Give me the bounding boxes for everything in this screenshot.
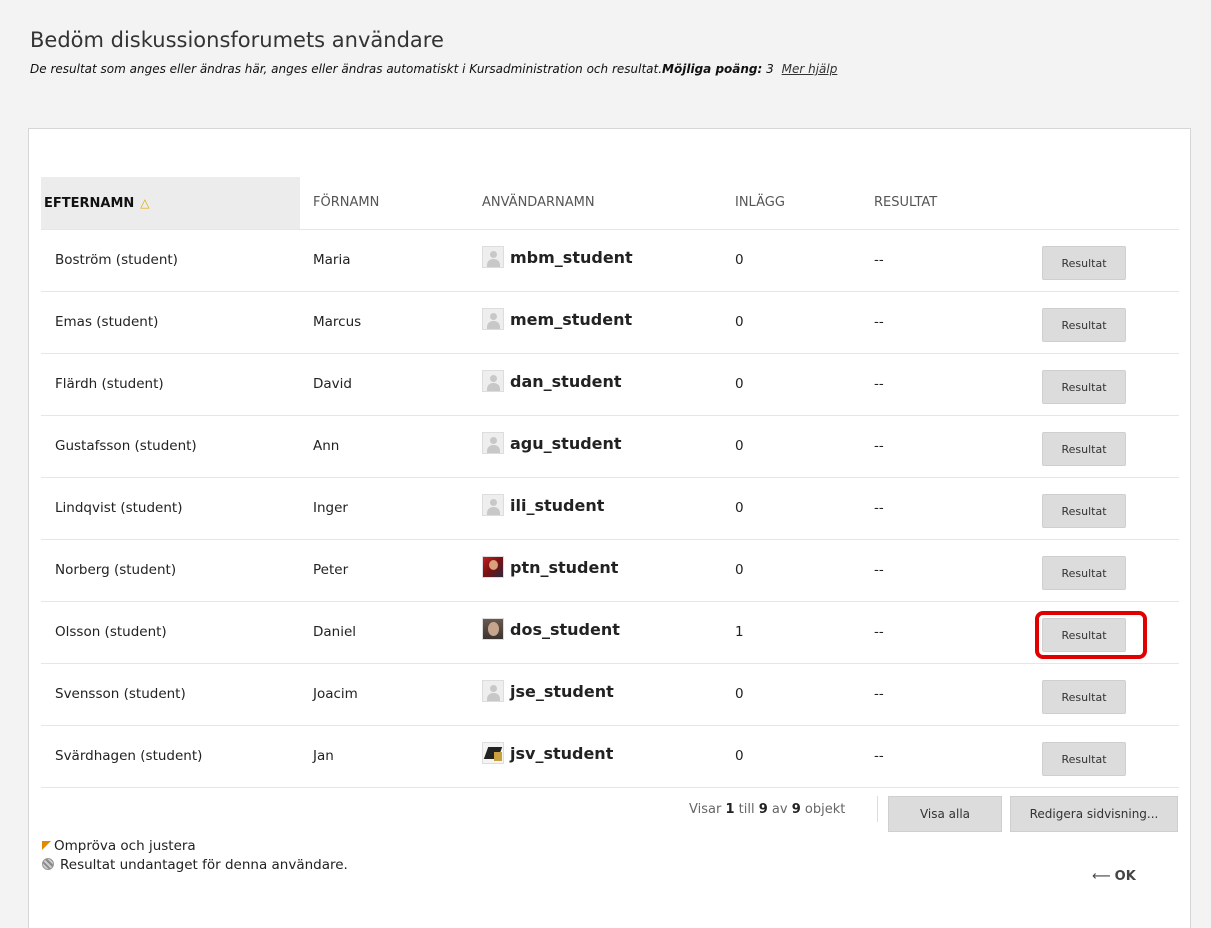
username-cell: agu_student <box>482 416 622 477</box>
posts-cell: 0 <box>735 562 744 578</box>
pagination-count: Visar 1 till 9 av 9 objekt <box>689 802 846 817</box>
show-all-button[interactable]: Visa alla <box>888 796 1002 832</box>
grade-button[interactable]: Resultat <box>1042 308 1126 342</box>
last-name-cell: Svensson (student) <box>55 686 186 702</box>
grade-button[interactable]: Resultat <box>1042 680 1126 714</box>
users-table: EFTERNAMN △ FÖRNAMN ANVÄNDARNAMN INLÄGG R… <box>41 177 1179 832</box>
first-name-cell: David <box>313 376 352 392</box>
table-row: Gustafsson (student) Ann agu_student 0 -- Res… <box>41 416 1179 478</box>
username-cell: ptn_student <box>482 540 618 601</box>
pager-divider <box>877 796 878 822</box>
subtitle-text: De resultat som anges eller ändras här, … <box>30 62 663 76</box>
posts-cell: 0 <box>735 314 744 330</box>
legend-exempt: Resultat undantaget för denna användare. <box>42 856 348 875</box>
table-row: Boström (student) Maria mbm_student 0 -- Resu… <box>41 230 1179 292</box>
column-header-last-name[interactable]: EFTERNAMN △ <box>41 177 300 229</box>
more-help-link[interactable]: Mer hjälp <box>782 62 838 76</box>
username-cell: jse_student <box>482 664 614 725</box>
table-header: EFTERNAMN △ FÖRNAMN ANVÄNDARNAMN INLÄGG R… <box>41 177 1179 230</box>
posts-cell: 1 <box>735 624 744 640</box>
username-cell: jsv_student <box>482 726 613 787</box>
default-avatar-icon <box>482 245 504 268</box>
table-row: Svensson (student) Joacim jse_student 0 -- Re… <box>41 664 1179 726</box>
default-avatar-icon <box>482 679 504 702</box>
back-arrow-icon: ⟵ <box>1092 869 1111 884</box>
pagination-bar: Visar 1 till 9 av 9 objekt Visa alla Red… <box>41 788 1179 832</box>
grade-cell: -- <box>874 376 884 392</box>
grade-cell: -- <box>874 686 884 702</box>
possible-points-value: 3 <box>766 62 774 76</box>
grade-button[interactable]: Resultat <box>1042 432 1126 466</box>
first-name-cell: Daniel <box>313 624 357 640</box>
edit-paging-button[interactable]: Redigera sidvisning... <box>1010 796 1178 832</box>
last-name-cell: Norberg (student) <box>55 562 177 578</box>
username-cell: ili_student <box>482 478 604 539</box>
first-name-cell: Peter <box>313 562 349 578</box>
username-cell: mbm_student <box>482 230 633 291</box>
ok-button[interactable]: ⟵ OK <box>1092 869 1136 884</box>
posts-cell: 0 <box>735 748 744 764</box>
default-avatar-icon <box>482 493 504 516</box>
default-avatar-icon <box>482 431 504 454</box>
default-avatar-icon <box>482 369 504 392</box>
posts-cell: 0 <box>735 376 744 392</box>
table-row: Svärdhagen (student) Jan jsv_student 0 -- Res… <box>41 726 1179 788</box>
last-name-cell: Gustafsson (student) <box>55 438 197 454</box>
table-row: Flärdh (student) David dan_student 0 -- Resul… <box>41 354 1179 416</box>
grade-button[interactable]: Resultat <box>1042 618 1126 652</box>
page-title: Bedöm diskussionsforumets användare <box>30 28 444 52</box>
grade-button[interactable]: Resultat <box>1042 556 1126 590</box>
username-cell: dan_student <box>482 354 622 415</box>
column-header-first-name[interactable]: FÖRNAMN <box>313 177 379 229</box>
table-row: Emas (student) Marcus mem_student 0 -- Result… <box>41 292 1179 354</box>
grade-button[interactable]: Resultat <box>1042 370 1126 404</box>
table-row: Olsson (student) Daniel dos_student 1 -- Resu… <box>41 602 1179 664</box>
posts-cell: 0 <box>735 252 744 268</box>
posts-cell: 0 <box>735 686 744 702</box>
exempt-icon <box>42 858 54 870</box>
first-name-cell: Inger <box>313 500 348 516</box>
last-name-cell: Emas (student) <box>55 314 159 330</box>
column-header-posts[interactable]: INLÄGG <box>735 177 785 229</box>
possible-points-label: Möjliga poäng: <box>662 62 763 76</box>
sort-ascending-icon: △ <box>140 196 150 210</box>
page-subtitle: De resultat som anges eller ändras här, … <box>30 62 837 76</box>
last-name-cell: Olsson (student) <box>55 624 167 640</box>
first-name-cell: Ann <box>313 438 340 454</box>
grading-panel: EFTERNAMN △ FÖRNAMN ANVÄNDARNAMN INLÄGG R… <box>28 128 1191 928</box>
posts-cell: 0 <box>735 500 744 516</box>
legend: Ompröva och justera Resultat undantaget … <box>42 837 348 875</box>
grade-cell: -- <box>874 438 884 454</box>
photo-avatar-icon <box>482 555 504 578</box>
default-avatar-icon <box>482 307 504 330</box>
first-name-cell: Marcus <box>313 314 362 330</box>
last-name-cell: Boström (student) <box>55 252 178 268</box>
photo-avatar-icon <box>482 617 504 640</box>
grade-cell: -- <box>874 748 884 764</box>
table-row: Lindqvist (student) Inger ili_student 0 -- Re… <box>41 478 1179 540</box>
grade-cell: -- <box>874 252 884 268</box>
grade-cell: -- <box>874 624 884 640</box>
username-cell: dos_student <box>482 602 620 663</box>
posts-cell: 0 <box>735 438 744 454</box>
column-header-username[interactable]: ANVÄNDARNAMN <box>482 177 595 229</box>
last-name-cell: Flärdh (student) <box>55 376 164 392</box>
last-name-cell: Lindqvist (student) <box>55 500 183 516</box>
review-flag-icon <box>42 841 51 850</box>
column-header-grade[interactable]: RESULTAT <box>874 177 937 229</box>
photo-avatar-icon <box>482 741 504 764</box>
grade-cell: -- <box>874 562 884 578</box>
grade-button[interactable]: Resultat <box>1042 494 1126 528</box>
table-row: Norberg (student) Peter ptn_student 0 -- Resu… <box>41 540 1179 602</box>
last-name-cell: Svärdhagen (student) <box>55 748 203 764</box>
grade-button[interactable]: Resultat <box>1042 742 1126 776</box>
first-name-cell: Jan <box>313 748 334 764</box>
grade-cell: -- <box>874 314 884 330</box>
grade-button[interactable]: Resultat <box>1042 246 1126 280</box>
first-name-cell: Maria <box>313 252 351 268</box>
first-name-cell: Joacim <box>313 686 358 702</box>
legend-review: Ompröva och justera <box>42 837 348 856</box>
username-cell: mem_student <box>482 292 632 353</box>
grade-cell: -- <box>874 500 884 516</box>
